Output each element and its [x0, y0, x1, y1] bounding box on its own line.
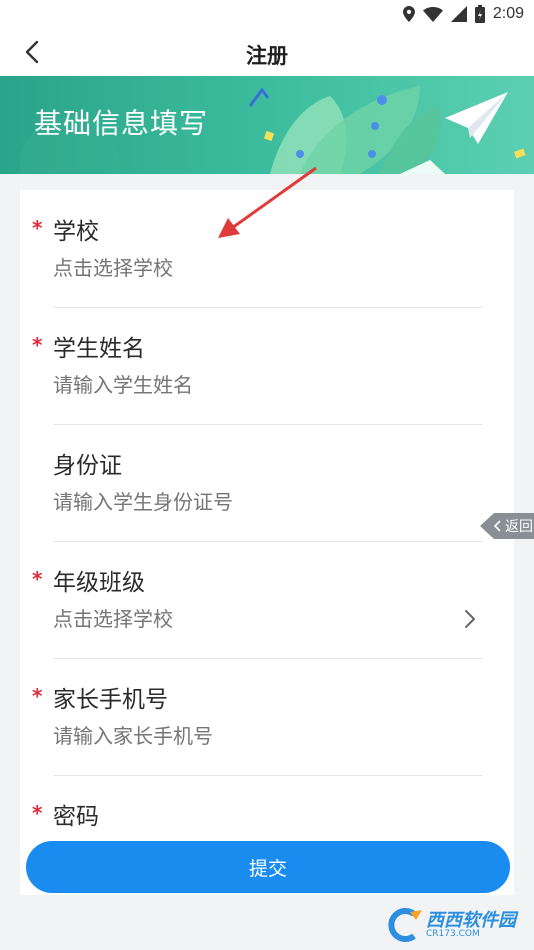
floating-back-label: 返回 — [505, 519, 533, 535]
watermark-logo-icon — [388, 908, 422, 942]
submit-button[interactable]: 提交 — [26, 841, 510, 893]
watermark: 西西软件园 CR173.COM — [384, 908, 516, 942]
watermark-text: 西西软件园 — [426, 909, 516, 931]
annotation-arrow — [218, 166, 317, 238]
watermark-subtext: CR173.COM — [426, 928, 480, 939]
chevron-left-icon — [494, 520, 501, 532]
